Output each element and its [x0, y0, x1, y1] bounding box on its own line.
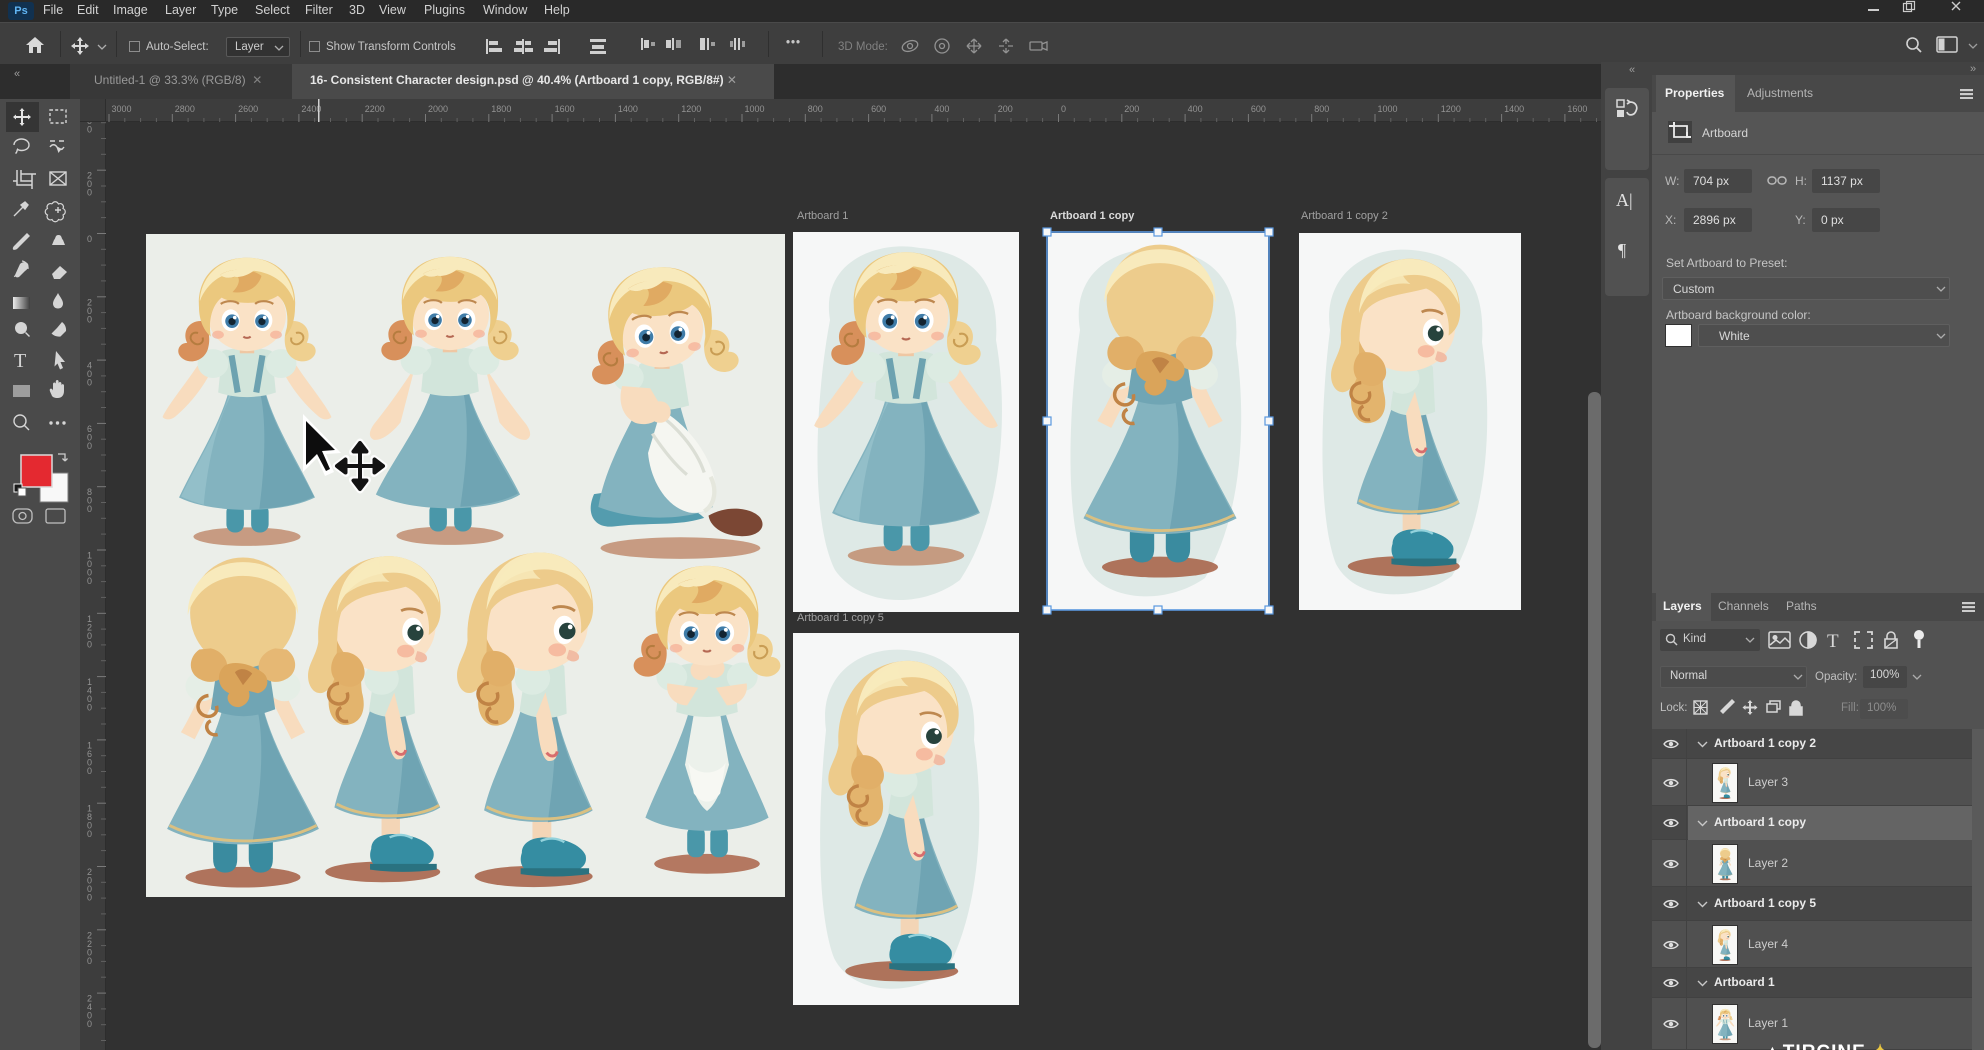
- svg-text:0: 0: [87, 234, 92, 244]
- svg-text:1000: 1000: [1378, 104, 1398, 114]
- svg-text:200: 200: [1124, 104, 1139, 114]
- svg-text:0: 0: [87, 829, 92, 839]
- svg-text:2600: 2600: [238, 104, 258, 114]
- svg-text:0: 0: [87, 1019, 92, 1029]
- svg-text:0: 0: [87, 956, 92, 966]
- svg-text:1400: 1400: [1504, 104, 1524, 114]
- svg-text:1400: 1400: [618, 104, 638, 114]
- svg-text:0: 0: [87, 766, 92, 776]
- svg-text:800: 800: [1314, 104, 1329, 114]
- svg-text:400: 400: [1188, 104, 1203, 114]
- svg-text:2000: 2000: [428, 104, 448, 114]
- svg-text:0: 0: [87, 441, 92, 451]
- svg-text:0: 0: [87, 504, 92, 514]
- svg-text:2200: 2200: [365, 104, 385, 114]
- svg-text:1600: 1600: [1567, 104, 1587, 114]
- svg-text:800: 800: [808, 104, 823, 114]
- svg-text:0: 0: [87, 639, 92, 649]
- svg-text:0: 0: [87, 124, 92, 134]
- svg-text:T: T: [14, 350, 26, 372]
- svg-text:0: 0: [87, 703, 92, 713]
- svg-text:T: T: [1827, 631, 1839, 652]
- svg-text:0: 0: [1061, 104, 1066, 114]
- svg-text:0: 0: [87, 188, 92, 198]
- svg-text:1000: 1000: [745, 104, 765, 114]
- svg-text:0: 0: [87, 576, 92, 586]
- svg-text:600: 600: [871, 104, 886, 114]
- svg-text:0: 0: [87, 378, 92, 388]
- svg-text:3000: 3000: [112, 104, 132, 114]
- svg-text:1200: 1200: [1441, 104, 1461, 114]
- svg-text:1600: 1600: [555, 104, 575, 114]
- svg-text:0: 0: [87, 893, 92, 903]
- svg-text:600: 600: [1251, 104, 1266, 114]
- svg-text:2800: 2800: [175, 104, 195, 114]
- svg-text:1800: 1800: [491, 104, 511, 114]
- svg-text:0: 0: [87, 314, 92, 324]
- svg-text:1200: 1200: [681, 104, 701, 114]
- svg-text:400: 400: [934, 104, 949, 114]
- svg-text:200: 200: [998, 104, 1013, 114]
